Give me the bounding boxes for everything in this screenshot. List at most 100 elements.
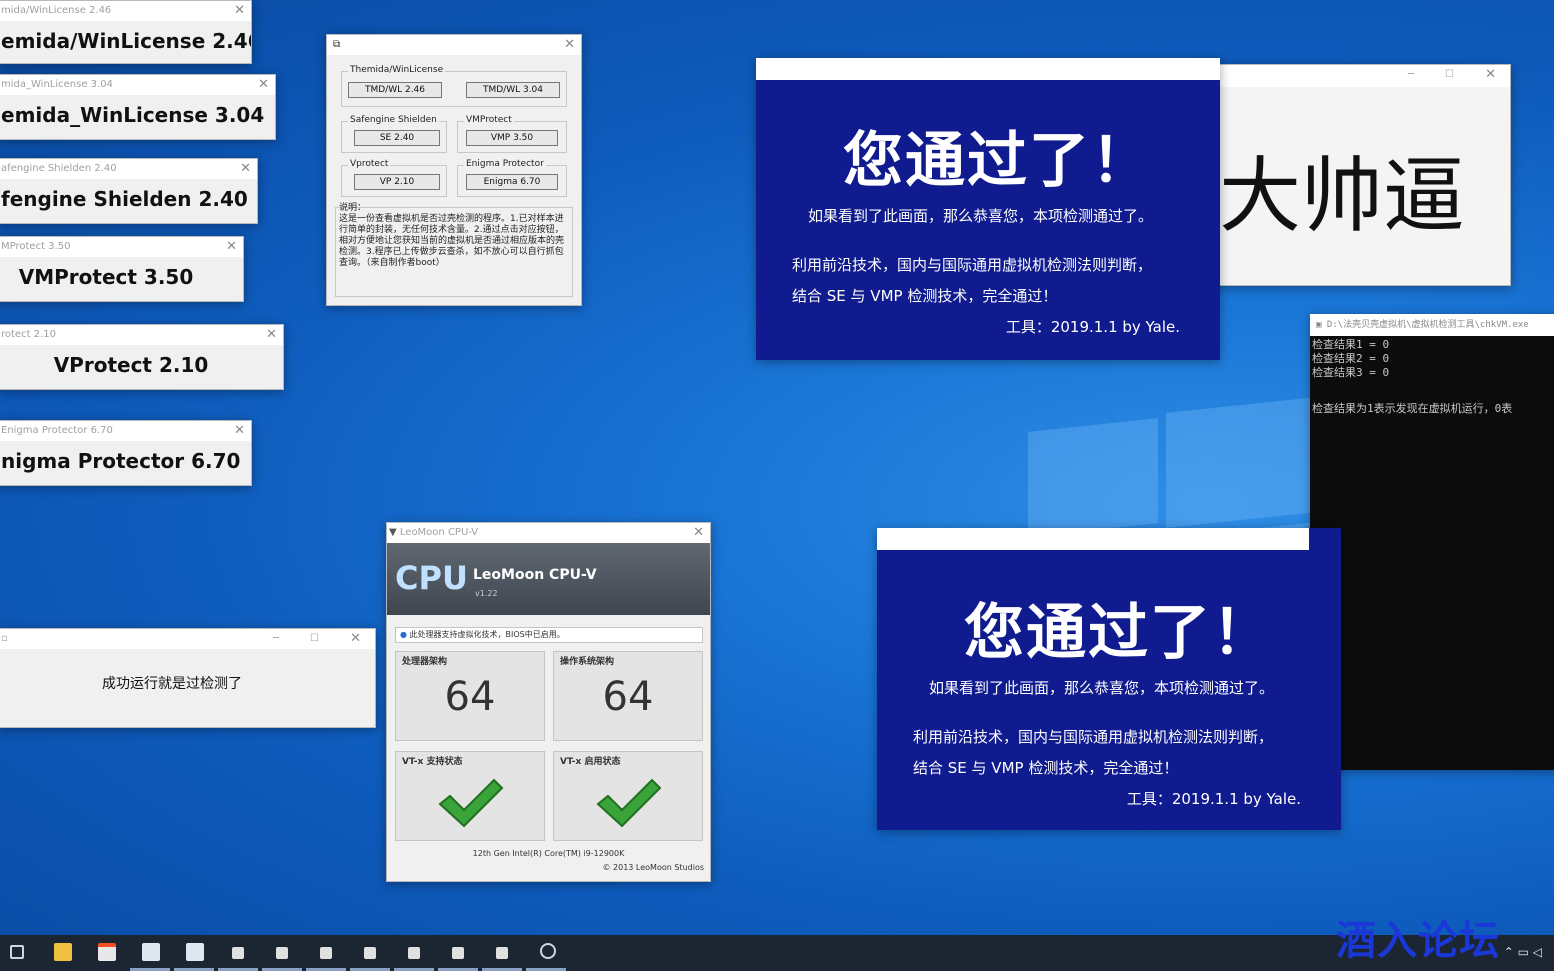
- store-icon[interactable]: [98, 943, 116, 961]
- app-icon-2[interactable]: [186, 943, 204, 961]
- close-icon[interactable]: ✕: [564, 35, 575, 55]
- vtx-enabled-panel: VT-x 启用状态: [553, 751, 703, 841]
- title-bar[interactable]: ▼ LeoMoon CPU-V ✕: [387, 523, 710, 543]
- close-icon[interactable]: ✕: [226, 237, 237, 257]
- app-icon: ▼: [389, 527, 397, 538]
- check-icon: [438, 778, 504, 828]
- pass-line-1: 如果看到了此画面，那么恭喜您，本项检测通过了。: [808, 207, 1154, 225]
- chkvm-console-window[interactable]: ▣ D:\法壳贝壳虚拟机\虚拟机检测工具\chkVM.exe 检查结果1 = 0…: [1310, 314, 1554, 770]
- vprotect-window[interactable]: rotect 2.10 ✕ VProtect 2.10: [0, 324, 284, 390]
- vmp-350-button[interactable]: VMP 3.50: [466, 130, 558, 146]
- themida-304-window[interactable]: mida_WinLicense 3.04 ✕ emida_WinLicense 3…: [0, 74, 276, 140]
- pass-line-4: 工具：2019.1.1 by Yale.: [1126, 790, 1301, 808]
- dashuaibi-text: 大帅逼: [1219, 149, 1466, 244]
- pass-line-3: 结合 SE 与 VMP 检测技术，完全通过！: [913, 759, 1179, 777]
- themida-group: Themida/WinLicense TMD/WL 2.46 TMD/WL 3.…: [341, 65, 567, 107]
- task-view-icon[interactable]: [10, 945, 24, 959]
- window-label: VProtect 2.10: [53, 353, 209, 377]
- app-icon-3[interactable]: [232, 947, 244, 959]
- maximize-icon[interactable]: ☐: [310, 629, 319, 649]
- app-icon-4[interactable]: [276, 947, 288, 959]
- tray-icons[interactable]: ⌃ ▭ ◁: [1504, 945, 1542, 959]
- vmprotect-window[interactable]: MProtect 3.50 ✕ VMProtect 3.50: [0, 236, 244, 302]
- check-icon: [596, 778, 662, 828]
- group-label: VMProtect: [464, 115, 514, 125]
- vp-210-button[interactable]: VP 2.10: [354, 174, 440, 190]
- close-icon[interactable]: ✕: [350, 629, 361, 649]
- note-title: 说明：: [339, 203, 367, 213]
- cpu-arch-value: 64: [444, 674, 496, 720]
- vm-check-tool-window[interactable]: ⧉ ✕ Themida/WinLicense TMD/WL 2.46 TMD/W…: [326, 34, 582, 306]
- info-text: 此处理器支持虚拟化技术，BIOS中已启用。: [409, 630, 565, 639]
- app-icon-5[interactable]: [320, 947, 332, 959]
- app-icon: ▫: [1, 633, 8, 644]
- file-explorer-icon[interactable]: [54, 943, 72, 961]
- app-icon-6[interactable]: [364, 947, 376, 959]
- copyright: © 2013 LeoMoon Studios: [602, 863, 704, 872]
- pass-line-4: 工具：2019.1.1 by Yale.: [1005, 318, 1180, 336]
- window-label: emida/WinLicense 2.46: [1, 29, 252, 53]
- title-bar[interactable]: ─ ☐ ✕: [1201, 65, 1510, 87]
- title-bar[interactable]: afengine Shielden 2.40 ✕: [0, 159, 257, 179]
- close-icon[interactable]: ✕: [234, 1, 245, 21]
- banner: CPU LeoMoon CPU-V v1.22: [387, 543, 710, 615]
- window-title: mida_WinLicense 3.04: [1, 79, 113, 90]
- enigma-670-button[interactable]: Enigma 6.70: [466, 174, 558, 190]
- vmprotect-group: VMProtect VMP 3.50: [457, 115, 567, 153]
- minimize-icon[interactable]: ─: [273, 629, 279, 649]
- leomoon-cpuv-window[interactable]: ▼ LeoMoon CPU-V ✕ CPU LeoMoon CPU-V v1.2…: [386, 522, 711, 882]
- console-line-1: 检查结果1 = 0: [1312, 338, 1390, 351]
- app-icon-9[interactable]: [496, 947, 508, 959]
- safengine-window[interactable]: afengine Shielden 2.40 ✕ fengine Shielden…: [0, 158, 258, 224]
- close-icon[interactable]: ✕: [234, 421, 245, 441]
- title-bar[interactable]: mida/WinLicense 2.46 ✕: [0, 1, 251, 21]
- close-icon[interactable]: ✕: [240, 159, 251, 179]
- app-name: LeoMoon CPU-V: [473, 567, 597, 583]
- window-title: afengine Shielden 2.40: [1, 163, 117, 174]
- console-line-3: 检查结果3 = 0: [1312, 366, 1390, 379]
- themida-246-window[interactable]: mida/WinLicense 2.46 ✕ emida/WinLicense 2…: [0, 0, 252, 64]
- app-icon-8[interactable]: [452, 947, 464, 959]
- close-icon[interactable]: ✕: [258, 75, 269, 95]
- title-bar[interactable]: rotect 2.10 ✕: [0, 325, 283, 345]
- title-bar[interactable]: Enigma Protector 6.70 ✕: [0, 421, 251, 441]
- close-icon[interactable]: ✕: [266, 325, 277, 345]
- dashuaibi-window[interactable]: ─ ☐ ✕ 大帅逼: [1200, 64, 1511, 286]
- taskbar: ⌃ ▭ ◁: [0, 935, 1554, 971]
- pass-heading: 您通过了！: [964, 598, 1274, 668]
- close-icon[interactable]: ✕: [693, 523, 704, 543]
- console-line-2: 检查结果2 = 0: [1312, 352, 1390, 365]
- console-title-bar[interactable]: ▣ D:\法壳贝壳虚拟机\虚拟机检测工具\chkVM.exe: [1310, 314, 1554, 336]
- tmd-246-button[interactable]: TMD/WL 2.46: [348, 82, 442, 98]
- pass-window-1[interactable]: 您通过了！ 如果看到了此画面，那么恭喜您，本项检测通过了。 利用前沿技术，国内与…: [756, 58, 1220, 360]
- group-label: Themida/WinLicense: [348, 65, 446, 75]
- safengine-group: Safengine Shielden SE 2.40: [341, 115, 447, 153]
- group-label: Safengine Shielden: [348, 115, 439, 125]
- window-label: fengine Shielden 2.40: [1, 187, 248, 211]
- close-icon[interactable]: ✕: [1485, 65, 1496, 85]
- title-bar[interactable]: ▫ ─ ☐ ✕: [0, 629, 375, 649]
- pass-window-2[interactable]: 您通过了！ 如果看到了此画面，那么恭喜您，本项检测通过了。 利用前沿技术，国内与…: [877, 528, 1341, 830]
- maximize-icon[interactable]: ☐: [1445, 65, 1454, 85]
- se-240-button[interactable]: SE 2.40: [354, 130, 440, 146]
- enigma-window[interactable]: Enigma Protector 6.70 ✕ nigma Protector 6…: [0, 420, 252, 486]
- title-bar[interactable]: mida_WinLicense 3.04 ✕: [0, 75, 275, 95]
- window-label: nigma Protector 6.70: [1, 449, 241, 473]
- title-bar[interactable]: ⧉ ✕: [327, 35, 581, 55]
- title-bar[interactable]: MProtect 3.50 ✕: [0, 237, 243, 257]
- leomoon-icon[interactable]: [540, 943, 556, 959]
- cpu-arch-panel: 处理器架构 64: [395, 651, 545, 741]
- tmd-304-button[interactable]: TMD/WL 3.04: [466, 82, 560, 98]
- pass-line-3: 结合 SE 与 VMP 检测技术，完全通过！: [792, 287, 1058, 305]
- app-icon-1[interactable]: [142, 943, 160, 961]
- app-icon-7[interactable]: [408, 947, 420, 959]
- window-title: rotect 2.10: [1, 329, 56, 340]
- vtx-enabled-label: VT-x 启用状态: [560, 757, 621, 767]
- title-bar[interactable]: [877, 528, 1309, 550]
- success-window[interactable]: ▫ ─ ☐ ✕ 成功运行就是过检测了: [0, 628, 376, 728]
- minimize-icon[interactable]: ─: [1408, 65, 1414, 85]
- cpu-logo: CPU: [395, 559, 468, 597]
- console-title: D:\法壳贝壳虚拟机\虚拟机检测工具\chkVM.exe: [1326, 320, 1529, 330]
- title-bar[interactable]: [756, 58, 1220, 80]
- group-label: Enigma Protector: [464, 159, 546, 169]
